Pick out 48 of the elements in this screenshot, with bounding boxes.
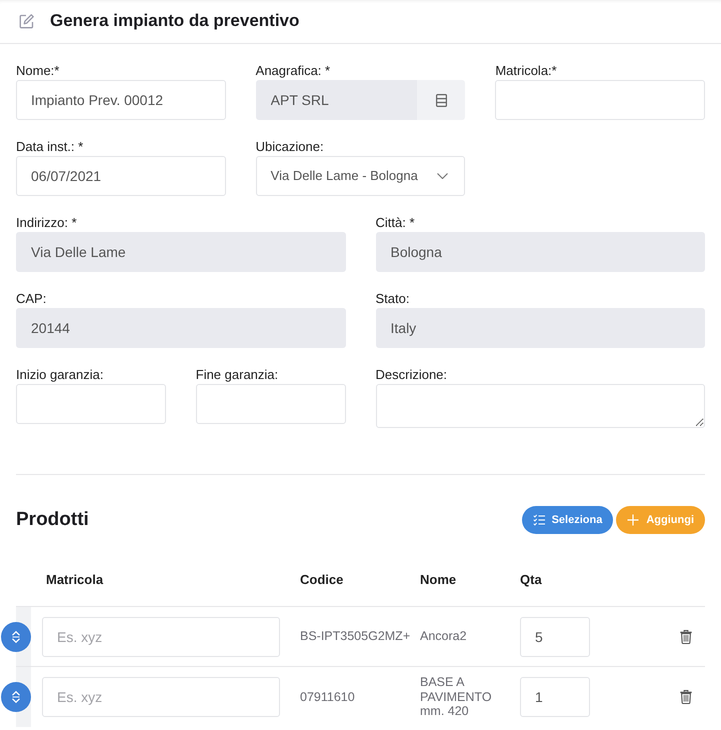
- field-label: Città: *: [376, 214, 415, 231]
- quantity-field[interactable]: 1: [520, 677, 590, 717]
- column-header: Matricola: [45, 570, 104, 589]
- input-field[interactable]: 06/07/2021: [16, 156, 226, 196]
- field-label: Data inst.: *: [16, 138, 84, 155]
- column-header: Qta: [520, 570, 543, 589]
- section-title: Prodotti: [16, 508, 89, 532]
- field-label: Matricola:*: [495, 62, 557, 79]
- input-field[interactable]: Impianto Prev. 00012: [16, 80, 226, 120]
- field-label: Fine garanzia:: [196, 366, 278, 383]
- list-icon: [436, 94, 447, 106]
- chevron-down-icon[interactable]: [437, 173, 448, 179]
- input-field: Bologna: [376, 232, 705, 272]
- column-header: Nome: [420, 570, 458, 589]
- select-button[interactable]: Seleziona: [522, 506, 614, 534]
- lookup-button[interactable]: [417, 80, 466, 120]
- input-field[interactable]: Es. xyz: [42, 677, 280, 717]
- checklist-icon: [532, 514, 545, 526]
- table-cell-text: BS-IPT3505G2MZ+: [300, 629, 412, 644]
- plus-icon: [627, 514, 640, 526]
- field-label: Inizio garanzia:: [16, 366, 104, 383]
- input-field[interactable]: Es. xyz: [42, 616, 280, 656]
- dropdown-field[interactable]: Via Delle Lame - Bologna: [256, 156, 466, 196]
- field-label: Nome:*: [16, 62, 60, 79]
- edit-icon: [19, 14, 34, 29]
- table-cell-text: Ancora2: [420, 629, 468, 644]
- column-header: Codice: [300, 570, 344, 589]
- field-label: Anagrafica: *: [256, 62, 330, 79]
- input-field[interactable]: [495, 80, 705, 120]
- input-field: Italy: [376, 308, 705, 348]
- input-field[interactable]: [196, 384, 346, 424]
- input-field: Via Delle Lame: [16, 232, 346, 272]
- input-field: 20144: [16, 308, 346, 348]
- field-label: CAP:: [16, 290, 46, 307]
- input-field: APT SRL: [256, 80, 418, 120]
- drag-handle-icon[interactable]: [1, 682, 31, 712]
- trash-icon[interactable]: [680, 630, 692, 644]
- field-label: Descrizione:: [376, 366, 448, 383]
- drag-handle-icon[interactable]: [1, 622, 31, 652]
- table-cell-text: 07911610: [300, 690, 356, 704]
- input-field[interactable]: [16, 384, 166, 424]
- trash-icon[interactable]: [680, 690, 692, 704]
- field-label: Stato:: [376, 290, 410, 307]
- table-cell-text: BASE A PAVIMENTO mm. 420: [420, 675, 493, 719]
- field-label: Indirizzo: *: [16, 214, 77, 231]
- page-title: Genera impianto da preventivo: [50, 11, 300, 32]
- field-label: Ubicazione:: [256, 138, 324, 155]
- quantity-field[interactable]: 5: [520, 616, 590, 656]
